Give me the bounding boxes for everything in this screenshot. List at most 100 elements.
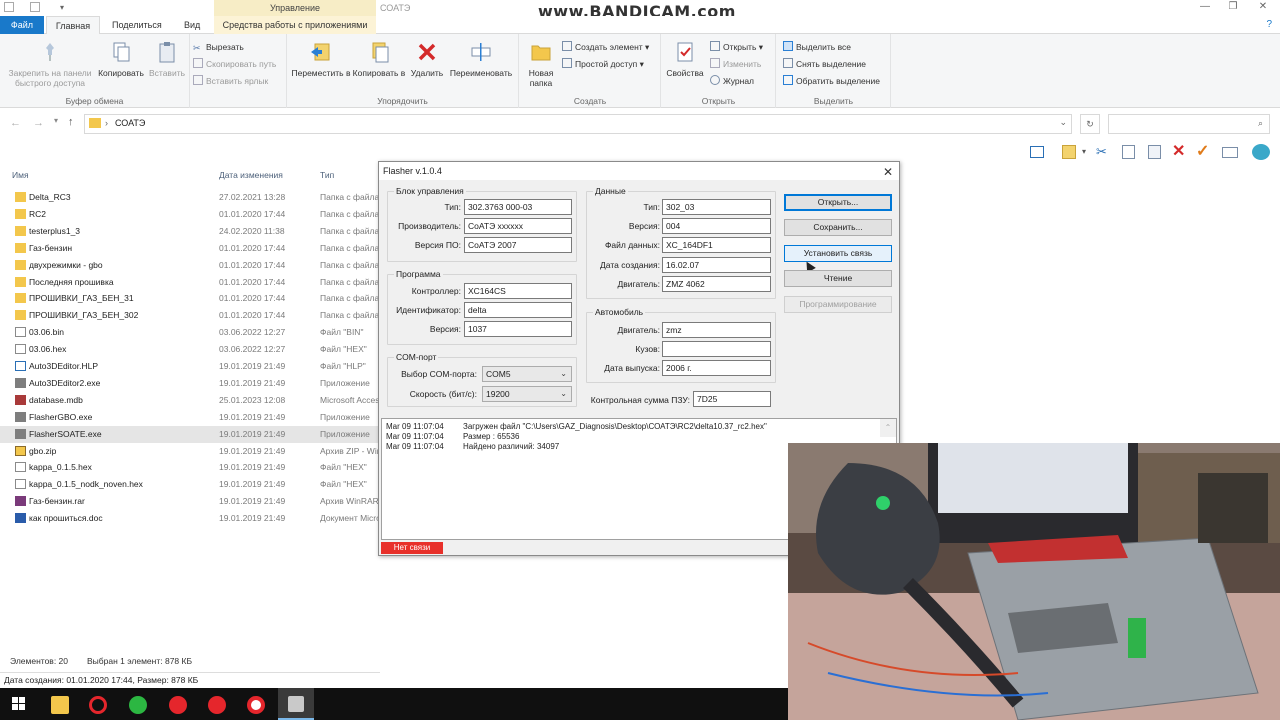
folder-options-dropdown-icon[interactable]: ▾: [1082, 147, 1086, 156]
open-file-button[interactable]: Открыть...: [784, 194, 892, 211]
quick-access-icon[interactable]: [4, 2, 14, 12]
whatsapp-taskbar-icon[interactable]: [129, 696, 147, 714]
identifier-field[interactable]: delta: [464, 302, 572, 318]
breadcrumb-current[interactable]: СОАТЭ: [115, 118, 145, 128]
column-type[interactable]: Тип: [320, 170, 334, 180]
search-input[interactable]: ⌕: [1108, 114, 1270, 134]
move-to-button[interactable]: Переместить в: [291, 40, 351, 78]
file-row[interactable]: kappa_0.1.5_nodk_noven.hex 19.01.2019 21:…: [0, 476, 380, 493]
flasher-close-icon[interactable]: ✕: [883, 163, 893, 181]
file-row[interactable]: двухрежимки - gbo 01.01.2020 17:44 Папка с…: [0, 257, 380, 274]
select-all-button[interactable]: Выделить все: [783, 40, 851, 55]
file-row[interactable]: Последняя прошивка 01.01.2020 17:44 Папка …: [0, 274, 380, 291]
tab-share[interactable]: Поделиться: [106, 16, 168, 34]
file-row[interactable]: FlasherSOATE.exe 19.01.2019 21:49 Приложен…: [0, 425, 380, 443]
connect-button[interactable]: Установить связь: [784, 245, 892, 262]
file-row[interactable]: Auto3DEditor.HLP 19.01.2019 21:49 Файл "HL…: [0, 358, 380, 375]
controller-field[interactable]: XC164CS: [464, 283, 572, 299]
maximize-icon[interactable]: ❐: [1222, 0, 1244, 14]
tab-home[interactable]: Главная: [46, 16, 100, 34]
data-file-field[interactable]: XC_164DF1: [662, 237, 771, 253]
invert-selection-button[interactable]: Обратить выделение: [783, 74, 880, 89]
file-row[interactable]: Газ-бензин 01.01.2020 17:44 Папка с файлам…: [0, 240, 380, 257]
close-window-icon[interactable]: ✕: [1252, 0, 1274, 14]
column-name[interactable]: Имя: [12, 170, 29, 180]
apply-toolbar-icon[interactable]: ✓: [1196, 141, 1209, 161]
file-row[interactable]: FlasherGBO.exe 19.01.2019 21:49 Приложение: [0, 409, 380, 426]
help-icon[interactable]: ?: [1266, 19, 1272, 30]
shell-toolbar-icon[interactable]: [1252, 144, 1270, 160]
refresh-icon[interactable]: ↻: [1080, 114, 1100, 134]
address-bar[interactable]: › СОАТЭ ⌄: [84, 114, 1072, 134]
tab-file[interactable]: Файл: [0, 16, 44, 34]
program-version-field[interactable]: 1037: [464, 321, 572, 337]
cu-maker-field[interactable]: СоАТЭ xxxxxx: [464, 218, 572, 234]
file-row[interactable]: gbo.zip 19.01.2019 21:49 Архив ZIP - WinRA…: [0, 443, 380, 460]
data-version-field[interactable]: 004: [662, 218, 771, 234]
check-icon[interactable]: [30, 2, 40, 12]
history-button[interactable]: Журнал: [710, 74, 754, 89]
file-row[interactable]: kappa_0.1.5.hex 19.01.2019 21:49 Файл "HEX…: [0, 459, 380, 476]
file-row[interactable]: testerplus1_3 24.02.2020 11:38 Папка с фай…: [0, 223, 380, 240]
manage-context-tab[interactable]: Управление: [214, 0, 376, 16]
back-icon[interactable]: ←: [10, 117, 21, 129]
tab-app-tools[interactable]: Средства работы с приложениями: [214, 16, 376, 34]
paste-button[interactable]: Вставить: [142, 40, 192, 78]
car-engine-field[interactable]: zmz: [662, 322, 771, 338]
address-dropdown-icon[interactable]: ⌄: [1059, 117, 1067, 128]
file-row[interactable]: ПРОШИВКИ_ГАЗ_БЕН_31 01.01.2020 17:44 Папка…: [0, 290, 380, 307]
forward-icon[interactable]: →: [33, 117, 44, 129]
car-year-field[interactable]: 2006 г.: [662, 360, 771, 376]
quick-access-dropdown-icon[interactable]: ▾: [60, 3, 68, 12]
checksum-field[interactable]: 7D25: [693, 391, 771, 407]
file-row[interactable]: Auto3DEditor2.exe 19.01.2019 21:49 Приложе…: [0, 375, 380, 392]
save-file-button[interactable]: Сохранить...: [784, 219, 892, 236]
paste-shortcut-button[interactable]: Вставить ярлык: [193, 74, 268, 89]
file-row[interactable]: database.mdb 25.01.2023 12:08 Microsoft Ac…: [0, 392, 380, 409]
recent-dropdown-icon[interactable]: ▾: [54, 116, 58, 125]
data-engine-field[interactable]: ZMZ 4062: [662, 276, 771, 292]
minimize-icon[interactable]: —: [1194, 0, 1216, 14]
up-icon[interactable]: ↑: [68, 116, 74, 128]
select-none-button[interactable]: Снять выделение: [783, 57, 866, 72]
easy-access-button[interactable]: Простой доступ ▾: [562, 57, 644, 72]
yandex-taskbar-icon[interactable]: [208, 696, 226, 714]
new-item-button[interactable]: Создать элемент ▾: [562, 40, 649, 55]
paste-toolbar-icon[interactable]: [1148, 145, 1161, 159]
tab-view[interactable]: Вид: [178, 16, 206, 34]
cu-type-field[interactable]: 302.3763 000-03: [464, 199, 572, 215]
new-folder-button[interactable]: Новая папка: [520, 40, 562, 88]
read-button[interactable]: Чтение: [784, 270, 892, 287]
edit-button[interactable]: Изменить: [710, 57, 761, 72]
file-row[interactable]: 03.06.bin 03.06.2022 12:27 Файл "BIN": [0, 324, 380, 341]
file-row[interactable]: Газ-бензин.rar 19.01.2019 21:49 Архив WinR…: [0, 493, 380, 510]
car-body-field[interactable]: [662, 341, 771, 357]
windows-start-icon[interactable]: [12, 697, 26, 711]
cut-button[interactable]: ✂ Вырезать: [193, 40, 244, 55]
file-row[interactable]: как прошиться.doc 19.01.2019 21:49 Докумен…: [0, 510, 380, 527]
open-button[interactable]: Открыть ▾: [710, 40, 763, 55]
copy-path-button[interactable]: Скопировать путь: [193, 57, 276, 72]
properties-button[interactable]: Свойства: [662, 40, 708, 78]
folder-options-icon[interactable]: [1062, 145, 1076, 159]
rename-toolbar-icon[interactable]: [1222, 147, 1238, 158]
yandex-browser-taskbar-icon[interactable]: [169, 696, 187, 714]
cu-sw-field[interactable]: СоАТЭ 2007: [464, 237, 572, 253]
column-date[interactable]: Дата изменения: [219, 170, 283, 180]
scroll-up-icon[interactable]: ⌃: [880, 419, 896, 437]
pin-quick-access-button[interactable]: Закрепить на панели быстрого доступа: [2, 40, 98, 88]
file-row[interactable]: ПРОШИВКИ_ГАЗ_БЕН_302 01.01.2020 17:44 Папк…: [0, 307, 380, 324]
copy-to-button[interactable]: Копировать в: [349, 40, 409, 78]
data-type-field[interactable]: 302_03: [662, 199, 771, 215]
file-row[interactable]: 03.06.hex 03.06.2022 12:27 Файл "HEX": [0, 341, 380, 358]
cut-toolbar-icon[interactable]: ✂: [1096, 144, 1107, 160]
file-row[interactable]: RC2 01.01.2020 17:44 Папка с файлами: [0, 206, 380, 223]
opera-taskbar-icon[interactable]: [89, 696, 107, 714]
data-created-field[interactable]: 16.02.07: [662, 257, 771, 273]
file-row[interactable]: Delta_RC3 27.02.2021 13:28 Папка с файлами: [0, 189, 380, 206]
rename-button[interactable]: Переименовать: [445, 40, 517, 78]
program-button[interactable]: Программирование: [784, 296, 892, 313]
copy-toolbar-icon[interactable]: [1122, 145, 1135, 159]
panel-layout-icon[interactable]: [1030, 146, 1044, 158]
bandicam-taskbar-icon[interactable]: [247, 696, 265, 714]
